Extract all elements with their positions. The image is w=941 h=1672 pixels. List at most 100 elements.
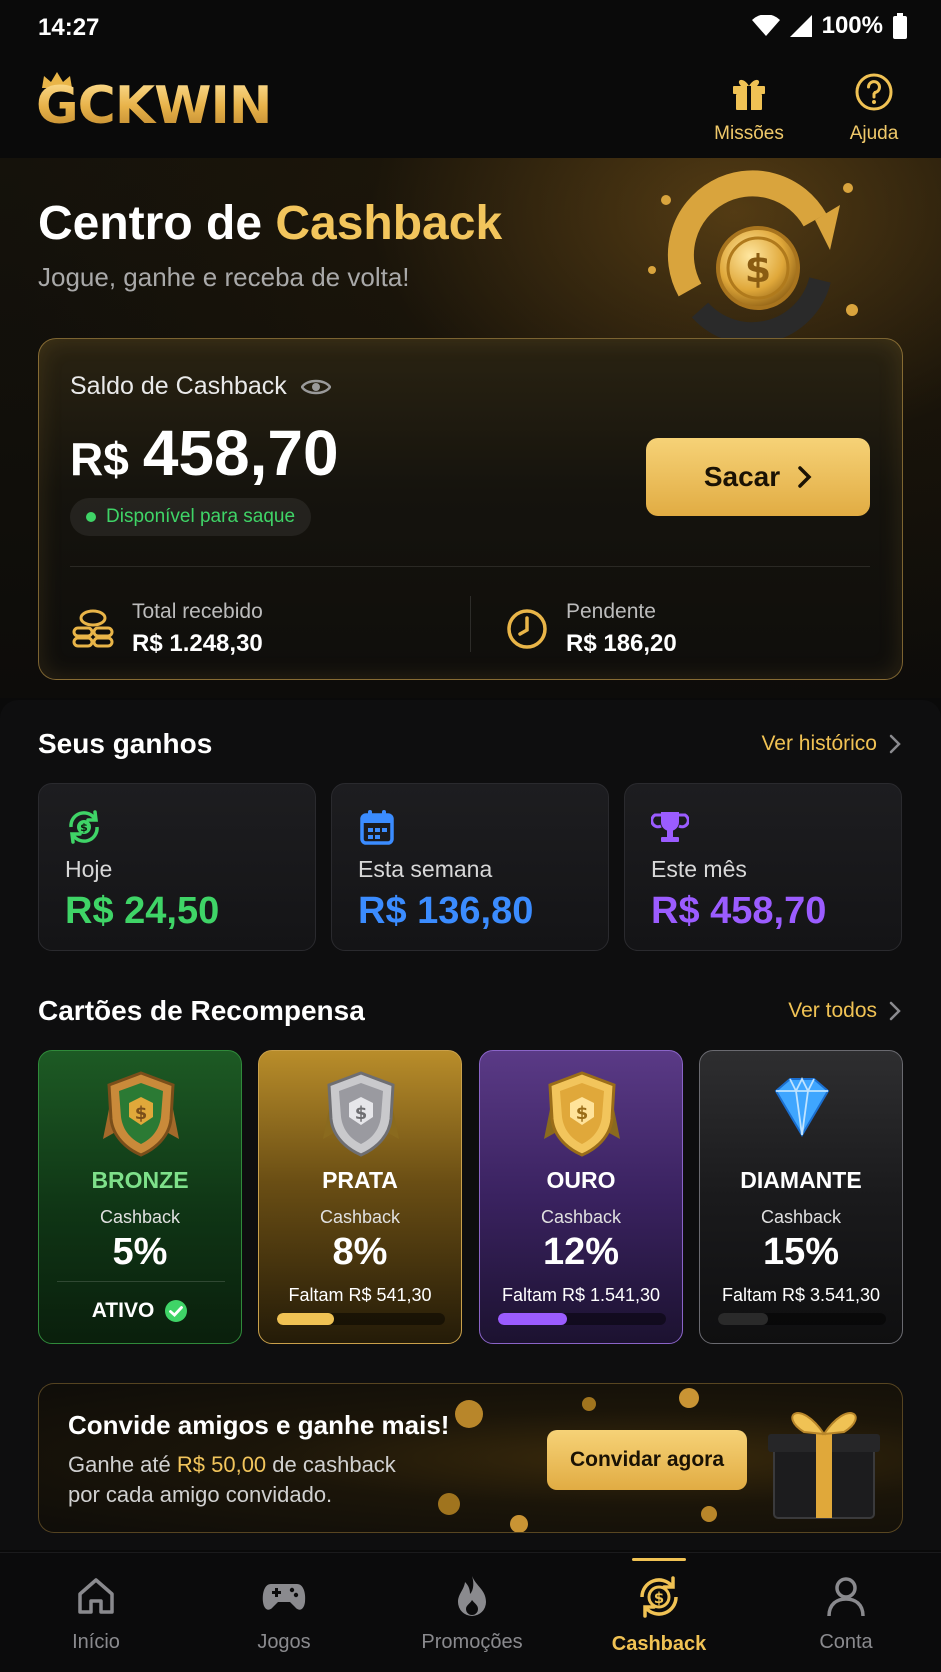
total-received-stat: Total recebido R$ 1.248,30 [70,600,263,658]
earnings-card-today[interactable]: $ Hoje R$ 24,50 [38,783,316,951]
balance-value: 458,70 [142,417,339,489]
svg-text:$: $ [654,1589,664,1607]
svg-text:$: $ [355,1103,368,1124]
cash-refresh-icon: $ [69,810,99,844]
reward-card-silver[interactable]: $ PRATA Cashback 8% Faltam R$ 541,30 [258,1050,462,1344]
tier-percent: 5% [112,1231,168,1273]
earnings-value: R$ 24,50 [65,890,220,932]
balance-label-row: Saldo de Cashback [70,372,331,401]
reward-card-diamond[interactable]: DIAMANTE Cashback 15% Faltam R$ 3.541,30 [699,1050,903,1344]
tier-progress-bar [498,1313,666,1325]
chevron-right-icon [889,734,901,754]
missions-button[interactable]: Missões [699,72,799,144]
invite-title: Convide amigos e ganhe mais! [68,1410,450,1440]
check-circle-icon [165,1300,188,1322]
tier-cashback-label: Cashback [540,1207,622,1227]
tier-active-status: ATIVO [39,1299,241,1323]
gift-box-icon [768,1412,880,1519]
battery-percent: 100% [821,12,883,39]
divider [57,1281,225,1282]
reward-card-bronze[interactable]: $ BRONZE Cashback 5% ATIVO [38,1050,242,1344]
nav-label: Cashback [611,1633,707,1655]
pending-label: Pendente [566,600,656,623]
view-history-link[interactable]: Ver histórico [761,732,901,756]
trophy-icon [651,812,689,842]
tier-percent: 12% [542,1231,620,1273]
status-dot-icon [86,512,96,522]
nav-label: Promoções [421,1631,523,1653]
page-subtitle: Jogue, ganhe e receba de volta! [38,262,410,292]
nav-item-promotions[interactable]: Promoções [392,1574,552,1654]
view-history-label: Ver histórico [761,732,877,755]
page-title: Centro de Cashback [38,197,503,250]
diamond-icon [774,1076,830,1137]
svg-text:$: $ [576,1103,589,1124]
tier-remaining: Faltam R$ 541,30 [288,1285,432,1305]
tier-name: OURO [546,1167,616,1193]
help-button[interactable]: Ajuda [824,72,924,144]
reward-card-gold[interactable]: $ OURO Cashback 12% Faltam R$ 1.541,30 [479,1050,683,1344]
nav-label: Jogos [257,1631,311,1653]
tier-progress-fill [718,1313,769,1325]
earnings-value: R$ 136,80 [358,890,534,932]
tier-cashback-label: Cashback [99,1207,181,1227]
fire-icon [458,1576,486,1616]
invite-button[interactable]: Convidar agora [547,1430,747,1490]
tier-remaining: Faltam R$ 1.541,30 [501,1285,661,1305]
silver-shield-icon: $ [323,1071,399,1157]
svg-text:$: $ [80,821,88,834]
tier-name: PRATA [322,1167,398,1193]
pending-stat: Pendente R$ 186,20 [504,600,677,658]
withdraw-button[interactable]: Sacar [646,438,870,516]
active-tab-indicator [632,1558,686,1561]
nav-item-account[interactable]: Conta [766,1574,926,1654]
nav-label: Conta [819,1631,873,1653]
tier-status-text: ATIVO [91,1299,155,1322]
brand-logo[interactable]: GCKWIN [36,72,286,136]
nav-item-cashback[interactable]: $ Cashback [579,1574,739,1656]
chevron-right-icon [798,466,812,488]
tier-percent: 8% [332,1231,388,1273]
bronze-shield-icon: $ [103,1071,179,1157]
invite-subtitle: Ganhe até R$ 50,00 de cashback por cada … [68,1452,396,1507]
total-received-label: Total recebido [132,600,263,623]
rewards-section-title: Cartões de Recompensa [38,995,365,1026]
status-time: 14:27 [38,14,100,41]
tier-progress-bar [277,1313,445,1325]
battery-icon [893,13,907,39]
gamepad-icon [262,1584,306,1610]
svg-text:$: $ [745,247,771,291]
logo-text: GCKWIN [36,76,272,136]
nav-item-games[interactable]: Jogos [204,1574,364,1654]
status-icons: 100% [751,12,907,40]
svg-text:$: $ [135,1103,148,1124]
tier-progress-bar [718,1313,886,1325]
pending-value: R$ 186,20 [566,630,677,657]
nav-item-home[interactable]: Início [16,1574,176,1654]
earnings-section-title: Seus ganhos [38,728,213,759]
view-all-link[interactable]: Ver todos [788,999,901,1023]
gold-shield-icon: $ [544,1071,620,1157]
earnings-card-week[interactable]: Esta semana R$ 136,80 [331,783,609,951]
tier-name: BRONZE [91,1167,189,1193]
total-received-value: R$ 1.248,30 [132,630,263,657]
status-badge: Disponível para saque [70,498,312,536]
tier-cashback-label: Cashback [760,1207,842,1227]
help-icon [855,73,893,111]
signal-icon [789,15,812,37]
coins-stack-icon [72,609,114,648]
cashback-icon: $ [640,1576,678,1618]
tier-progress-fill [498,1313,567,1325]
tier-progress-fill [277,1313,335,1325]
eye-icon[interactable] [300,377,331,397]
earnings-value: R$ 458,70 [651,890,827,932]
earnings-label: Esta semana [358,856,493,882]
nav-label: Início [72,1631,120,1653]
earnings-card-month[interactable]: Este mês R$ 458,70 [624,783,902,951]
divider [70,566,870,567]
view-all-label: Ver todos [788,999,877,1022]
clock-icon [507,609,547,649]
earnings-label: Hoje [65,856,113,882]
missions-label: Missões [714,123,784,144]
home-icon [78,1578,114,1614]
